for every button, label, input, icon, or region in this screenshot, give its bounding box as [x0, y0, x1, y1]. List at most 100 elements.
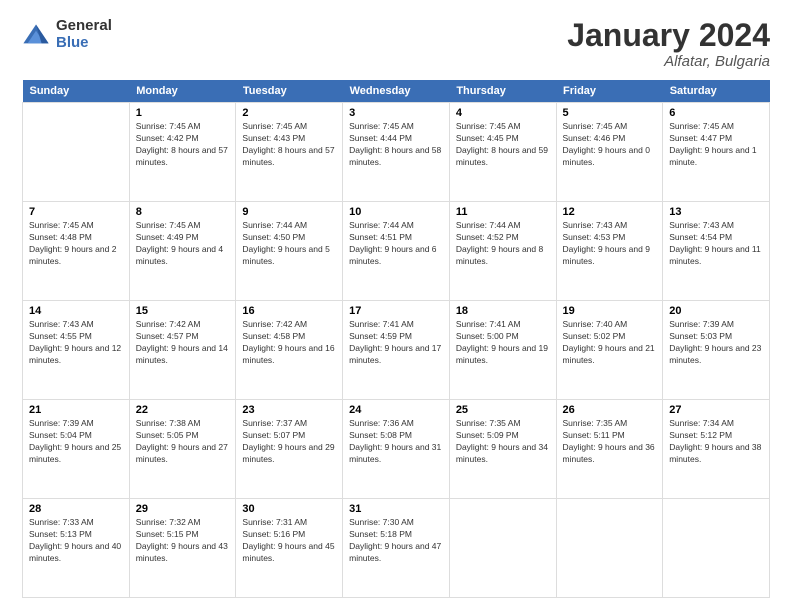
header-row: Sunday Monday Tuesday Wednesday Thursday… [23, 80, 770, 103]
day-number: 25 [456, 404, 550, 416]
sunrise-text: Sunrise: 7:32 AM [136, 517, 230, 529]
title-month: January 2024 [567, 18, 770, 53]
col-tuesday: Tuesday [236, 80, 343, 103]
day-cell [449, 499, 556, 598]
sunrise-text: Sunrise: 7:35 AM [456, 418, 550, 430]
day-info: Sunrise: 7:45 AM Sunset: 4:45 PM Dayligh… [456, 121, 550, 169]
day-cell: 13 Sunrise: 7:43 AM Sunset: 4:54 PM Dayl… [663, 202, 770, 301]
day-info: Sunrise: 7:40 AM Sunset: 5:02 PM Dayligh… [563, 319, 657, 367]
day-cell [556, 499, 663, 598]
day-number: 9 [242, 206, 336, 218]
day-cell: 31 Sunrise: 7:30 AM Sunset: 5:18 PM Dayl… [343, 499, 450, 598]
day-info: Sunrise: 7:35 AM Sunset: 5:09 PM Dayligh… [456, 418, 550, 466]
day-info: Sunrise: 7:35 AM Sunset: 5:11 PM Dayligh… [563, 418, 657, 466]
day-number: 6 [669, 107, 763, 119]
daylight-text: Daylight: 8 hours and 57 minutes. [242, 145, 336, 169]
logo-icon [22, 21, 50, 49]
day-cell: 18 Sunrise: 7:41 AM Sunset: 5:00 PM Dayl… [449, 301, 556, 400]
daylight-text: Daylight: 9 hours and 4 minutes. [136, 244, 230, 268]
day-cell: 28 Sunrise: 7:33 AM Sunset: 5:13 PM Dayl… [23, 499, 130, 598]
day-number: 21 [29, 404, 123, 416]
day-number: 10 [349, 206, 443, 218]
sunrise-text: Sunrise: 7:43 AM [563, 220, 657, 232]
sunset-text: Sunset: 4:49 PM [136, 232, 230, 244]
sunset-text: Sunset: 5:11 PM [563, 430, 657, 442]
day-number: 30 [242, 503, 336, 515]
day-info: Sunrise: 7:36 AM Sunset: 5:08 PM Dayligh… [349, 418, 443, 466]
day-cell: 21 Sunrise: 7:39 AM Sunset: 5:04 PM Dayl… [23, 400, 130, 499]
day-cell [663, 499, 770, 598]
sunset-text: Sunset: 4:53 PM [563, 232, 657, 244]
daylight-text: Daylight: 9 hours and 5 minutes. [242, 244, 336, 268]
day-number: 18 [456, 305, 550, 317]
week-row-0: 1 Sunrise: 7:45 AM Sunset: 4:42 PM Dayli… [23, 103, 770, 202]
sunset-text: Sunset: 4:52 PM [456, 232, 550, 244]
day-cell: 3 Sunrise: 7:45 AM Sunset: 4:44 PM Dayli… [343, 103, 450, 202]
week-row-2: 14 Sunrise: 7:43 AM Sunset: 4:55 PM Dayl… [23, 301, 770, 400]
day-cell: 2 Sunrise: 7:45 AM Sunset: 4:43 PM Dayli… [236, 103, 343, 202]
day-number: 2 [242, 107, 336, 119]
daylight-text: Daylight: 9 hours and 0 minutes. [563, 145, 657, 169]
sunset-text: Sunset: 4:51 PM [349, 232, 443, 244]
sunset-text: Sunset: 5:07 PM [242, 430, 336, 442]
col-wednesday: Wednesday [343, 80, 450, 103]
sunset-text: Sunset: 4:45 PM [456, 133, 550, 145]
day-cell: 23 Sunrise: 7:37 AM Sunset: 5:07 PM Dayl… [236, 400, 343, 499]
sunset-text: Sunset: 4:50 PM [242, 232, 336, 244]
daylight-text: Daylight: 8 hours and 57 minutes. [136, 145, 230, 169]
sunrise-text: Sunrise: 7:44 AM [349, 220, 443, 232]
sunrise-text: Sunrise: 7:39 AM [29, 418, 123, 430]
day-number: 13 [669, 206, 763, 218]
day-number: 12 [563, 206, 657, 218]
day-info: Sunrise: 7:32 AM Sunset: 5:15 PM Dayligh… [136, 517, 230, 565]
day-info: Sunrise: 7:45 AM Sunset: 4:44 PM Dayligh… [349, 121, 443, 169]
day-cell: 1 Sunrise: 7:45 AM Sunset: 4:42 PM Dayli… [129, 103, 236, 202]
daylight-text: Daylight: 9 hours and 16 minutes. [242, 343, 336, 367]
sunset-text: Sunset: 4:47 PM [669, 133, 763, 145]
sunset-text: Sunset: 5:12 PM [669, 430, 763, 442]
daylight-text: Daylight: 9 hours and 29 minutes. [242, 442, 336, 466]
day-info: Sunrise: 7:39 AM Sunset: 5:04 PM Dayligh… [29, 418, 123, 466]
sunset-text: Sunset: 5:05 PM [136, 430, 230, 442]
daylight-text: Daylight: 9 hours and 12 minutes. [29, 343, 123, 367]
sunset-text: Sunset: 5:13 PM [29, 529, 123, 541]
day-info: Sunrise: 7:44 AM Sunset: 4:50 PM Dayligh… [242, 220, 336, 268]
daylight-text: Daylight: 9 hours and 11 minutes. [669, 244, 763, 268]
calendar-table: Sunday Monday Tuesday Wednesday Thursday… [22, 80, 770, 598]
day-info: Sunrise: 7:31 AM Sunset: 5:16 PM Dayligh… [242, 517, 336, 565]
daylight-text: Daylight: 9 hours and 19 minutes. [456, 343, 550, 367]
logo-blue-label: Blue [56, 35, 112, 52]
day-cell: 24 Sunrise: 7:36 AM Sunset: 5:08 PM Dayl… [343, 400, 450, 499]
day-info: Sunrise: 7:42 AM Sunset: 4:57 PM Dayligh… [136, 319, 230, 367]
day-info: Sunrise: 7:44 AM Sunset: 4:51 PM Dayligh… [349, 220, 443, 268]
sunset-text: Sunset: 5:09 PM [456, 430, 550, 442]
sunrise-text: Sunrise: 7:45 AM [242, 121, 336, 133]
daylight-text: Daylight: 9 hours and 9 minutes. [563, 244, 657, 268]
daylight-text: Daylight: 9 hours and 1 minute. [669, 145, 763, 169]
day-number: 4 [456, 107, 550, 119]
day-number: 24 [349, 404, 443, 416]
page: General Blue January 2024 Alfatar, Bulga… [0, 0, 792, 612]
sunrise-text: Sunrise: 7:41 AM [349, 319, 443, 331]
day-info: Sunrise: 7:45 AM Sunset: 4:43 PM Dayligh… [242, 121, 336, 169]
day-number: 20 [669, 305, 763, 317]
daylight-text: Daylight: 9 hours and 14 minutes. [136, 343, 230, 367]
sunrise-text: Sunrise: 7:31 AM [242, 517, 336, 529]
sunrise-text: Sunrise: 7:40 AM [563, 319, 657, 331]
day-number: 1 [136, 107, 230, 119]
day-cell: 27 Sunrise: 7:34 AM Sunset: 5:12 PM Dayl… [663, 400, 770, 499]
day-number: 26 [563, 404, 657, 416]
day-cell: 9 Sunrise: 7:44 AM Sunset: 4:50 PM Dayli… [236, 202, 343, 301]
sunset-text: Sunset: 4:48 PM [29, 232, 123, 244]
sunrise-text: Sunrise: 7:38 AM [136, 418, 230, 430]
daylight-text: Daylight: 9 hours and 47 minutes. [349, 541, 443, 565]
day-number: 22 [136, 404, 230, 416]
col-monday: Monday [129, 80, 236, 103]
daylight-text: Daylight: 9 hours and 21 minutes. [563, 343, 657, 367]
week-row-1: 7 Sunrise: 7:45 AM Sunset: 4:48 PM Dayli… [23, 202, 770, 301]
day-number: 23 [242, 404, 336, 416]
day-number: 11 [456, 206, 550, 218]
day-info: Sunrise: 7:42 AM Sunset: 4:58 PM Dayligh… [242, 319, 336, 367]
day-info: Sunrise: 7:39 AM Sunset: 5:03 PM Dayligh… [669, 319, 763, 367]
day-number: 3 [349, 107, 443, 119]
